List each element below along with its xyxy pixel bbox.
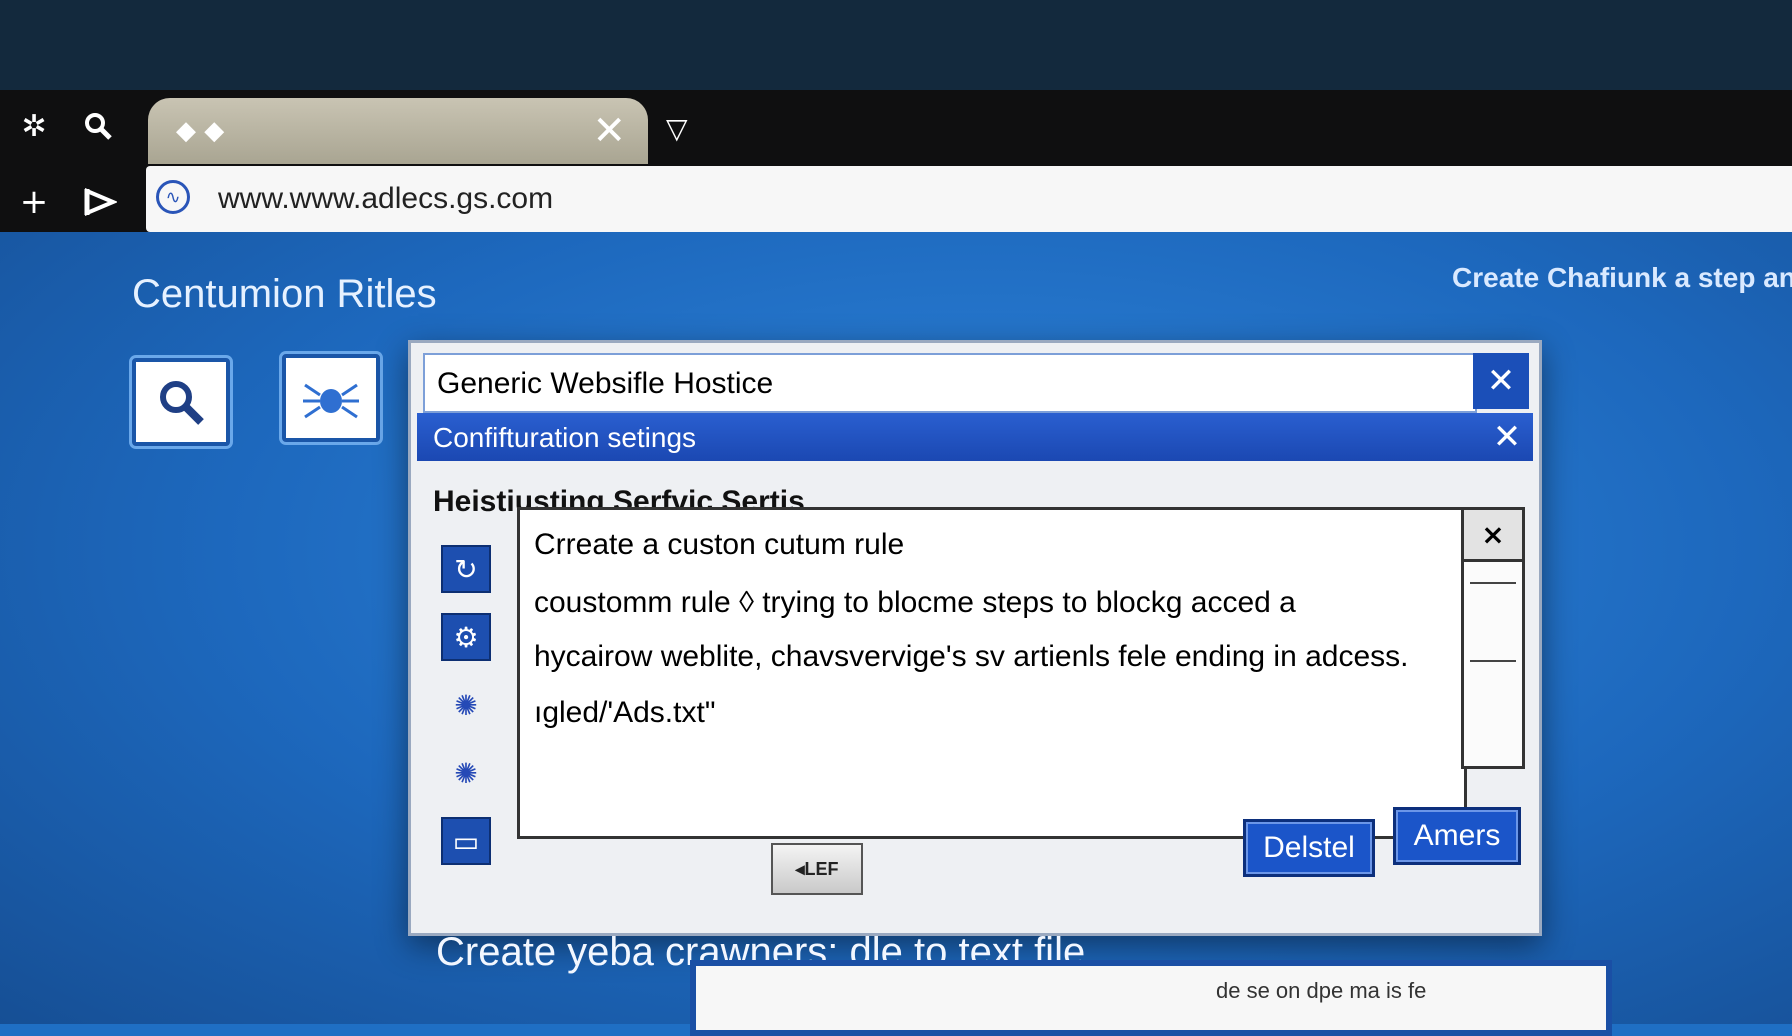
url-text[interactable]: www.www.adlecs.gs.com: [218, 182, 553, 216]
monitor-bezel: [0, 0, 1792, 90]
rule-text-area[interactable]: Crreate a custon cutum rule coustomm rul…: [517, 507, 1467, 839]
bottom-panel: de se on dpe ma is fe: [690, 960, 1612, 1036]
chevron-down-icon[interactable]: ▽: [666, 112, 688, 145]
scroll-divider: [1470, 660, 1516, 662]
close-icon[interactable]: ✕: [592, 108, 626, 154]
gear-icon[interactable]: ✲: [14, 106, 54, 146]
page-title: Centumion Ritles: [132, 272, 437, 316]
gear-icon[interactable]: ⚙: [441, 613, 491, 661]
site-info-icon[interactable]: ∿: [156, 180, 190, 214]
delete-button[interactable]: Delstel: [1243, 819, 1375, 877]
flag-icon[interactable]: [80, 182, 120, 222]
search-icon[interactable]: [78, 106, 118, 146]
address-bar[interactable]: ∿ www.www.adlecs.gs.com: [146, 166, 1792, 232]
confirm-button[interactable]: Amers: [1393, 807, 1521, 865]
config-title: Confifturation setings: [433, 422, 697, 453]
dialog-titlebar: Generic Websifle Hostice: [423, 353, 1477, 413]
bug-icon[interactable]: [282, 354, 380, 442]
browser-tab[interactable]: ◆ ◆ ✕: [148, 98, 648, 164]
dialog-title: Generic Websifle Hostice: [437, 367, 774, 400]
rule-line: coustomm rule ◊ trying to blocme steps t…: [534, 586, 1296, 619]
tool-icon-column: ↻ ⚙ ✺ ✺ ▭: [441, 545, 497, 885]
rule-line: ıgled/'Ads.txt": [534, 696, 716, 729]
tab-favicon-icon: ◆ ◆: [176, 116, 225, 146]
virus-icon[interactable]: ✺: [441, 749, 491, 797]
trash-icon[interactable]: ▭: [441, 817, 491, 865]
config-bar: Confifturation setings ✕: [417, 413, 1533, 461]
close-icon[interactable]: ✕: [1481, 413, 1533, 461]
close-icon[interactable]: ✕: [1473, 353, 1529, 409]
lef-button[interactable]: ◂LEF: [771, 843, 863, 895]
plus-icon[interactable]: +: [14, 182, 54, 222]
rule-line: Crreate a custon cutum rule: [534, 528, 905, 561]
search-icon[interactable]: [132, 358, 230, 446]
refresh-icon[interactable]: ↻: [441, 545, 491, 593]
rule-dialog: Generic Websifle Hostice ✕ Confifturatio…: [408, 340, 1542, 936]
scrollbar[interactable]: ×: [1461, 507, 1525, 769]
bottom-panel-text: de se on dpe ma is fe: [1216, 978, 1427, 1003]
scroll-divider: [1470, 582, 1516, 584]
create-link[interactable]: Create Chafiunk a step and: [1452, 262, 1792, 294]
rule-line: hycairow weblite, chavsvervige's sv arti…: [534, 640, 1409, 673]
close-icon[interactable]: ×: [1464, 510, 1522, 562]
virus-icon[interactable]: ✺: [441, 681, 491, 729]
